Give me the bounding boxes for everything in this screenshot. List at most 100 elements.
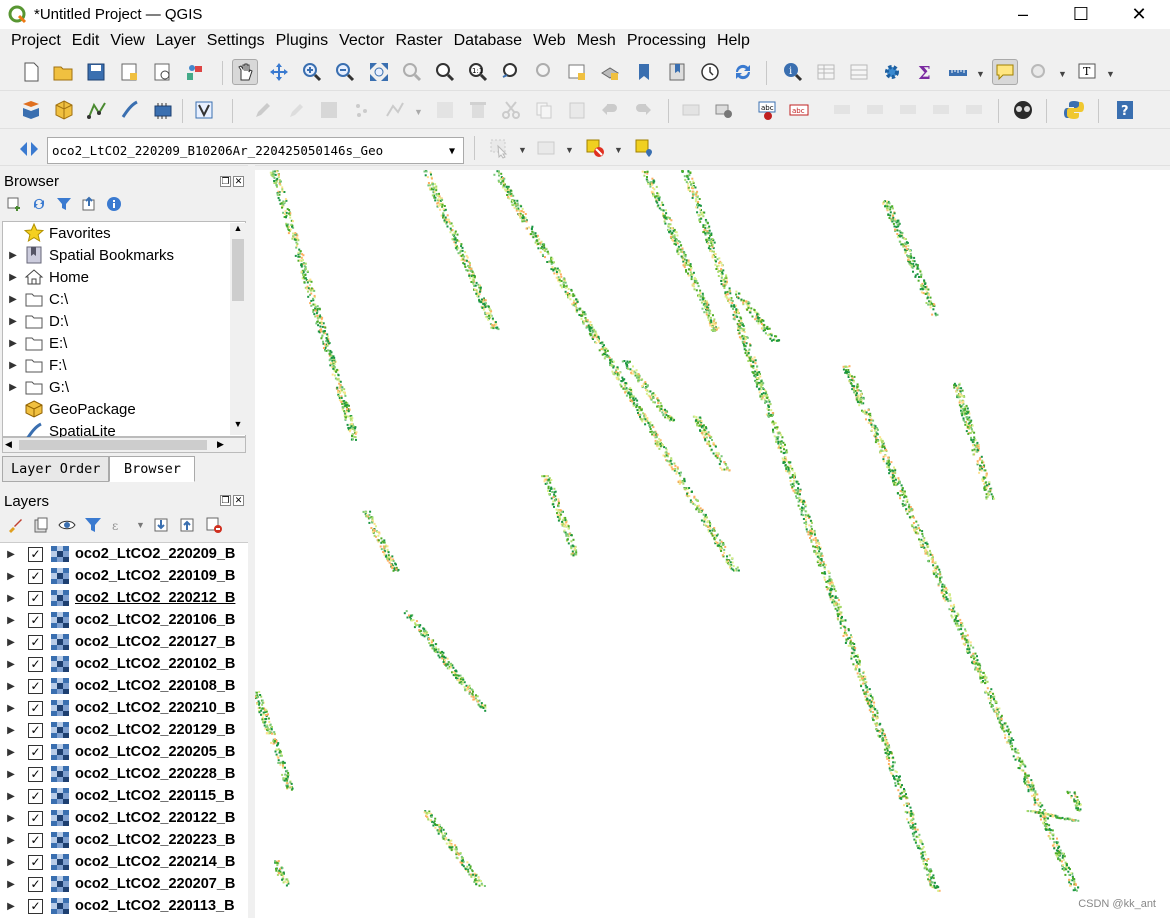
pan-map-icon[interactable] [232,59,258,85]
show-unplaced-labels-icon[interactable]: abc [786,97,812,123]
select-by-value-icon[interactable] [533,135,559,161]
expand-arrow-icon[interactable]: ▶ [0,549,22,560]
layer-row[interactable]: ▶ ✓ oco2_LtCO2_220207_B [0,873,248,895]
browser-horizontal-scrollbar[interactable]: ◀ ▶ [2,437,246,453]
rotate-label-icon[interactable] [896,97,922,123]
new-map-view-icon[interactable] [564,59,590,85]
refresh-icon[interactable] [730,59,756,85]
scroll-down-icon[interactable]: ▼ [230,419,246,433]
expand-arrow-icon[interactable]: ▶ [0,593,22,604]
layer-visibility-checkbox[interactable]: ✓ [28,612,43,628]
menu-plugins[interactable]: Plugins [276,32,328,50]
expand-arrow-icon[interactable]: ▶ [0,571,22,582]
zoom-to-selection-icon[interactable] [399,59,425,85]
expand-arrow-icon[interactable]: ▶ [3,272,23,283]
expand-arrow-icon[interactable]: ▶ [0,659,22,670]
layer-styling-icon[interactable] [191,97,217,123]
browser-vertical-scrollbar[interactable]: ▲ ▼ [230,223,246,435]
zoom-next-icon[interactable] [531,59,557,85]
style-manager-icon[interactable] [182,59,208,85]
pan-to-selection-icon[interactable] [266,59,292,85]
browser-item[interactable]: ▶ Home [3,266,89,288]
layer-visibility-checkbox[interactable]: ✓ [28,722,43,738]
style-paint-brush-icon[interactable] [6,516,24,534]
tab-browser[interactable]: Browser [109,456,196,482]
new-bookmark-icon[interactable] [631,59,657,85]
filter-expression-icon[interactable]: ε [110,516,128,534]
layer-row[interactable]: ▶ ✓ oco2_LtCO2_220212_B [0,587,248,609]
filter-icon[interactable] [56,196,72,212]
refresh-icon[interactable] [31,196,47,212]
new-shapefile-layer-icon[interactable] [84,97,110,123]
digitize-pencil-icon[interactable] [250,97,276,123]
show-bookmarks-icon[interactable] [664,59,690,85]
menu-settings[interactable]: Settings [207,32,265,50]
search-locate-icon[interactable] [1026,59,1052,85]
menu-raster[interactable]: Raster [395,32,442,50]
layer-visibility-checkbox[interactable]: ✓ [28,678,43,694]
layer-visibility-checkbox[interactable]: ✓ [28,744,43,760]
expand-arrow-icon[interactable]: ▶ [0,791,22,802]
scroll-thumb[interactable] [19,440,207,450]
menu-mesh[interactable]: Mesh [577,32,616,50]
close-panel-icon[interactable]: ✕ [233,176,244,187]
temporal-controller-icon[interactable] [697,59,723,85]
menu-vector[interactable]: Vector [339,32,384,50]
new-geopackage-layer-icon[interactable] [51,97,77,123]
layer-row[interactable]: ▶ ✓ oco2_LtCO2_220209_B [0,543,248,565]
menu-database[interactable]: Database [454,32,523,50]
expand-arrow-icon[interactable]: ▶ [0,703,22,714]
manage-visibility-eye-icon[interactable] [58,516,76,534]
map-canvas[interactable]: CSDN @kk_ant [255,170,1170,918]
toggle-editing-icon[interactable] [283,97,309,123]
delete-selected-icon[interactable] [465,97,491,123]
panel-splitter[interactable] [248,164,255,918]
paste-features-icon[interactable] [564,97,590,123]
highlight-pinned-labels-icon[interactable]: abc [754,97,780,123]
plugin-mask-icon[interactable] [1010,97,1036,123]
layer-row[interactable]: ▶ ✓ oco2_LtCO2_220210_B [0,697,248,719]
layer-row[interactable]: ▶ ✓ oco2_LtCO2_220106_B [0,609,248,631]
change-label-icon[interactable] [929,97,955,123]
layer-row[interactable]: ▶ ✓ oco2_LtCO2_220127_B [0,631,248,653]
browser-item[interactable]: ▶ F:\ [3,354,66,376]
layer-visibility-checkbox[interactable]: ✓ [28,788,43,804]
browser-item[interactable]: ▶ E:\ [3,332,67,354]
move-label-icon[interactable] [830,97,856,123]
menu-project[interactable]: Project [11,32,61,50]
layer-visibility-checkbox[interactable]: ✓ [28,568,43,584]
layer-row[interactable]: ▶ ✓ oco2_LtCO2_220113_B [0,895,248,917]
statistical-summary-icon[interactable]: Σ [912,59,938,85]
expand-arrow-icon[interactable]: ▶ [3,294,23,305]
layer-row[interactable]: ▶ ✓ oco2_LtCO2_220129_B [0,719,248,741]
expand-arrow-icon[interactable]: ▶ [3,316,23,327]
chevron-down-icon[interactable]: ▼ [136,520,145,530]
select-features-icon[interactable] [486,135,512,161]
expand-all-icon[interactable] [153,516,171,534]
expand-arrow-icon[interactable]: ▶ [0,901,22,912]
expand-arrow-icon[interactable]: ▶ [3,382,23,393]
float-panel-icon[interactable]: ❐ [220,495,231,506]
menu-layer[interactable]: Layer [156,32,196,50]
expand-arrow-icon[interactable]: ▶ [0,637,22,648]
zoom-native-resolution-icon[interactable]: 1:1 [465,59,491,85]
expand-arrow-icon[interactable]: ▶ [0,615,22,626]
expand-arrow-icon[interactable]: ▶ [0,879,22,890]
remove-layer-icon[interactable] [205,516,223,534]
scroll-left-icon[interactable]: ◀ [5,439,12,450]
close-panel-icon[interactable]: ✕ [233,495,244,506]
toolbox-gear-icon[interactable] [879,59,905,85]
layer-visibility-checkbox[interactable]: ✓ [28,832,43,848]
browser-item[interactable]: ▶ C:\ [3,288,68,310]
close-button[interactable]: ✕ [1110,0,1168,29]
info-icon[interactable] [106,196,122,212]
expand-arrow-icon[interactable]: ▶ [0,769,22,780]
layer-visibility-checkbox[interactable]: ✓ [28,766,43,782]
deselect-features-icon[interactable] [582,135,608,161]
data-source-manager-icon[interactable] [18,97,44,123]
layer-row[interactable]: ▶ ✓ oco2_LtCO2_220102_B [0,653,248,675]
zoom-out-icon[interactable] [332,59,358,85]
cut-features-icon[interactable] [498,97,524,123]
filter-legend-icon[interactable] [84,516,102,534]
new-virtual-layer-icon[interactable] [150,97,176,123]
